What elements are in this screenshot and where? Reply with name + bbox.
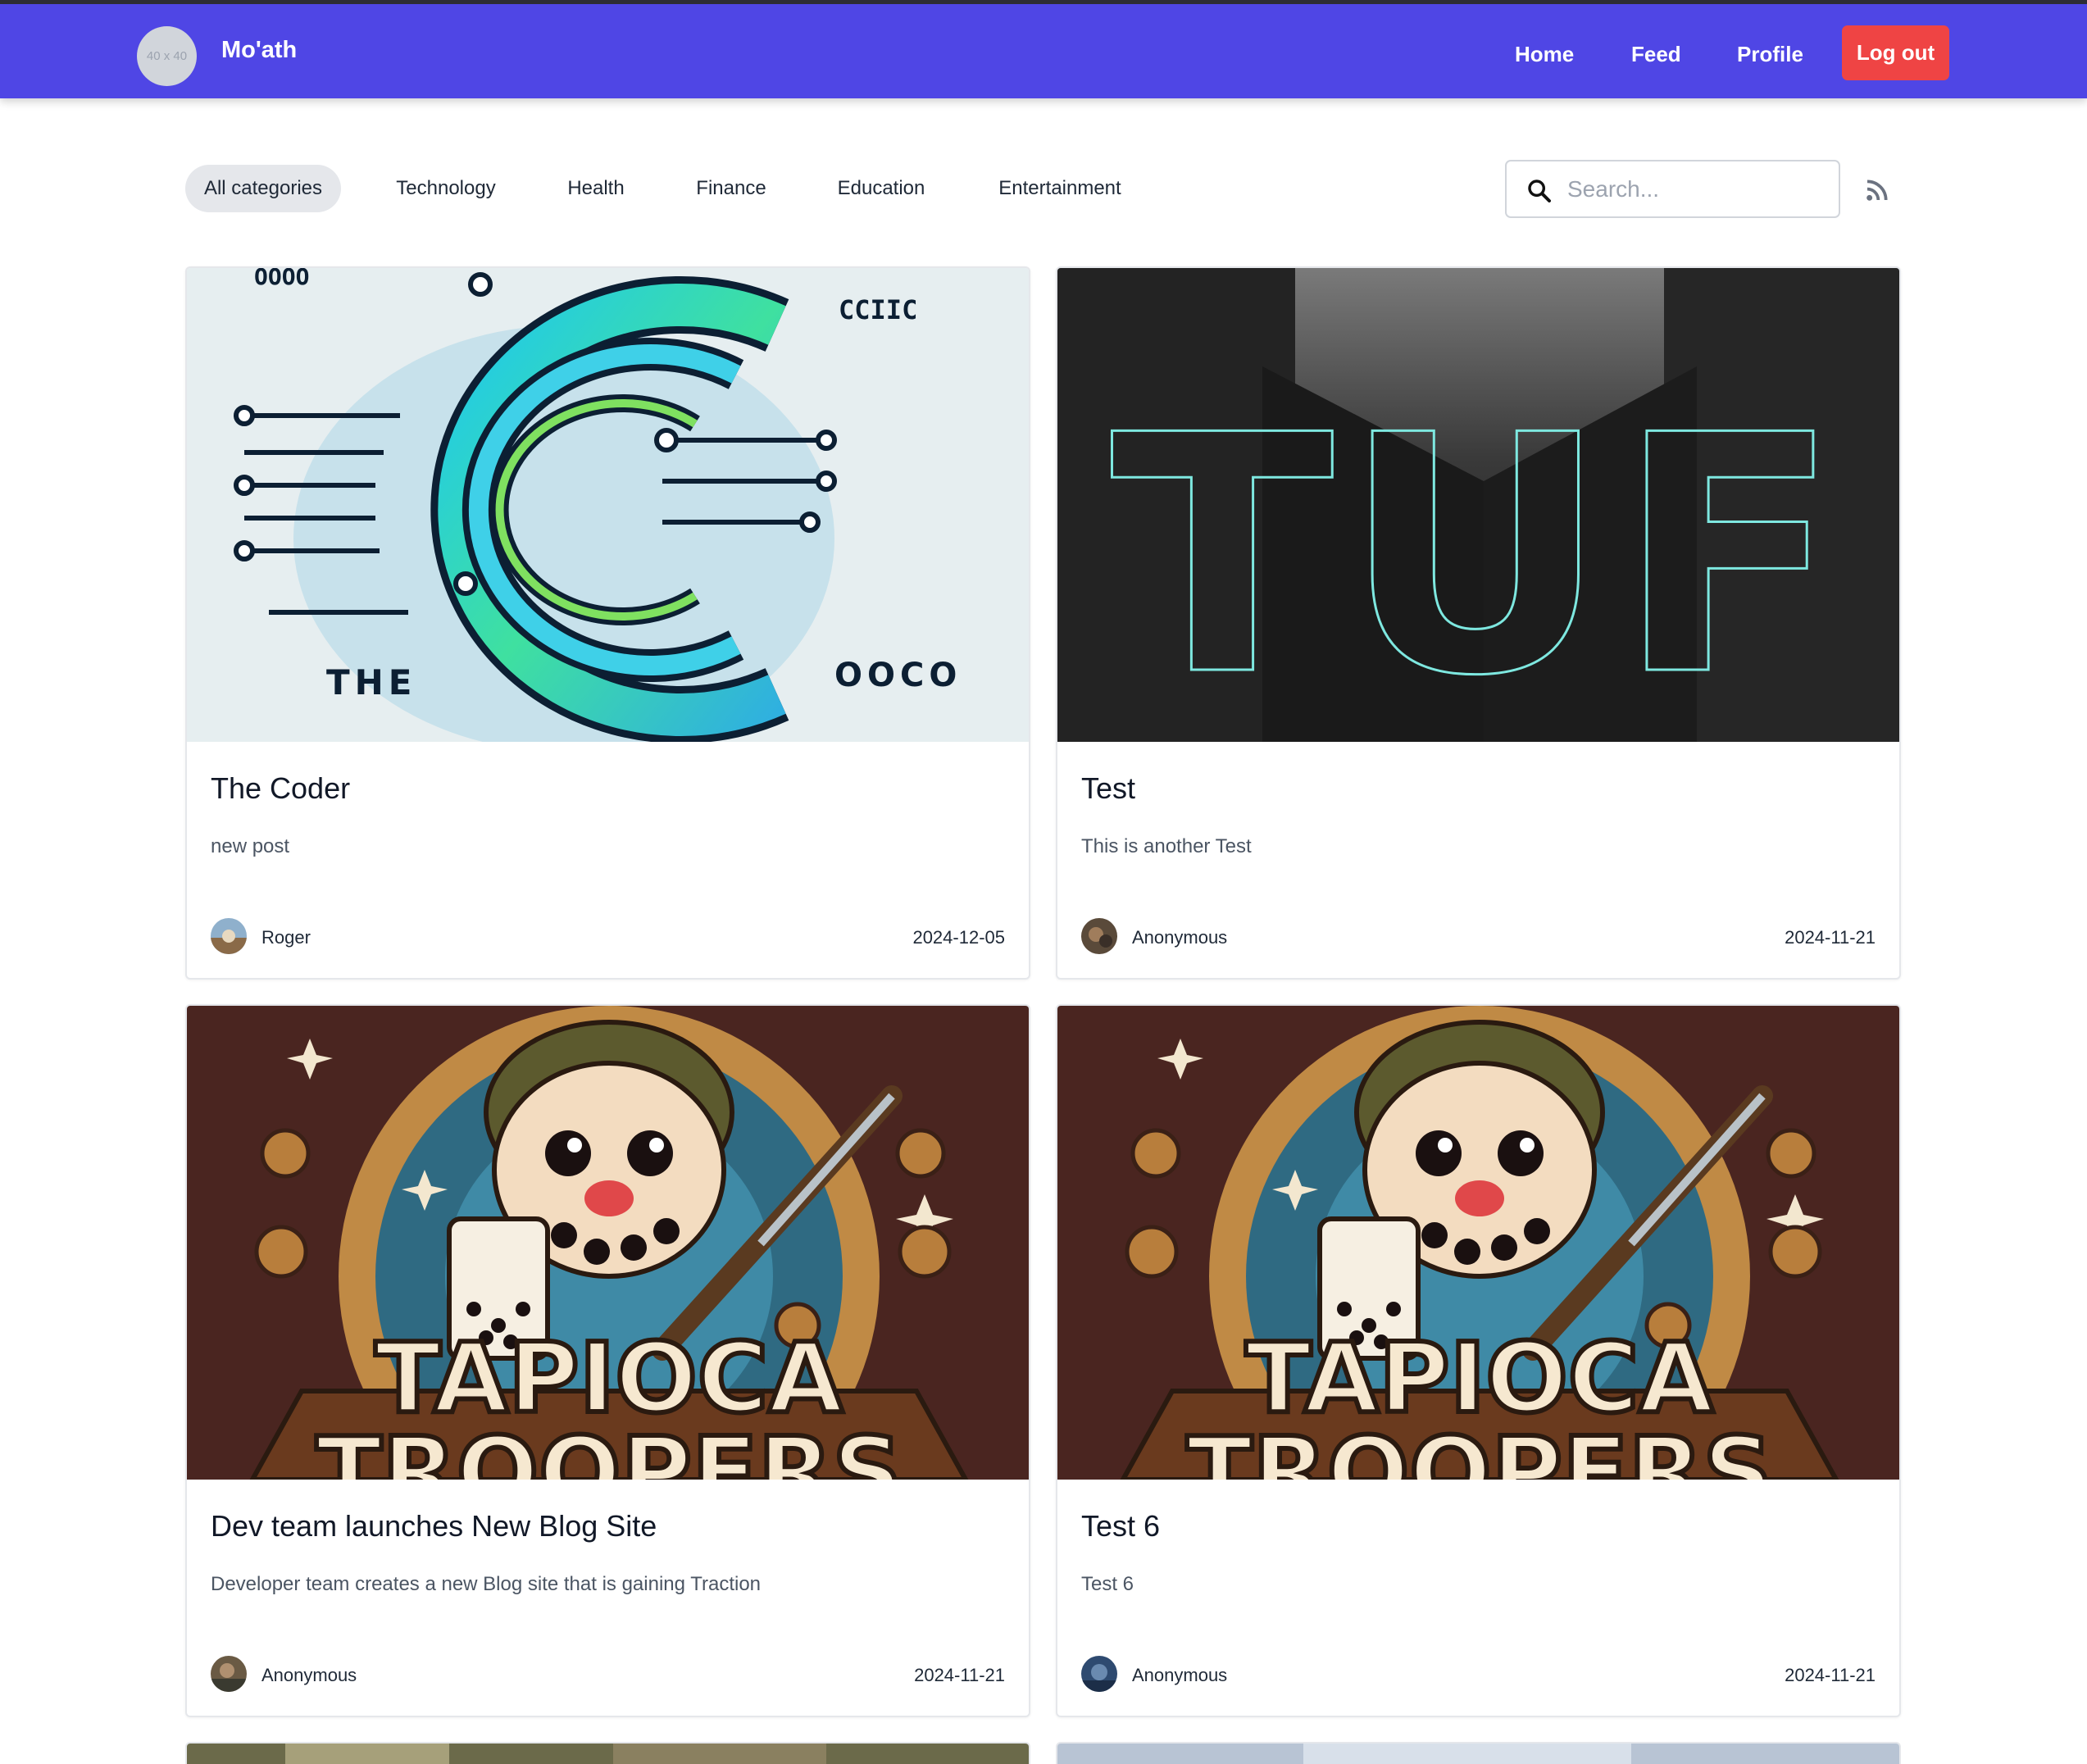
author-avatar [211,1656,247,1692]
post-title[interactable]: Test [1081,771,1135,806]
post-author: Anonymous [261,1665,357,1685]
rss-icon[interactable] [1864,177,1890,203]
navbar: 40 x 40 Mo'ath Home Feed Profile Log out [0,0,2087,98]
post-card[interactable]: TAPIOCA TROOPERS Dev team launches New B… [185,1004,1030,1717]
post-description: This is another Test [1081,835,1252,857]
image-text: TROOPERS [316,1416,903,1480]
search-box [1505,160,1840,218]
category-finance[interactable]: Finance [682,165,780,212]
image-text: TROOPERS [1187,1416,1773,1480]
image-text: TUF [1111,366,1849,742]
author-avatar [1081,1656,1117,1692]
post-image[interactable]: TUF [1057,268,1899,742]
image-text: THE [326,662,417,702]
search-input[interactable] [1567,168,1830,211]
category-entertainment[interactable]: Entertainment [982,165,1138,212]
logout-button[interactable]: Log out [1842,25,1949,80]
post-author: Anonymous [1132,927,1228,948]
page: 40 x 40 Mo'ath Home Feed Profile Log out… [0,0,2087,1764]
tapioca-troopers-image: TAPIOCA TROOPERS [187,1006,1029,1480]
post-description: new post [211,835,290,857]
post-card[interactable]: TAPIOCA TROOPERS Test 6 Test 6 Anonymous… [1056,1004,1901,1717]
post-author: Roger [261,927,311,948]
post-date: 2024-11-21 [914,1665,1005,1685]
post-description: Developer team creates a new Blog site t… [211,1573,762,1595]
category-all[interactable]: All categories [185,165,341,212]
avatar-placeholder-text: 40 x 40 [146,49,188,63]
nav-feed-link[interactable]: Feed [1631,42,1681,67]
post-image[interactable]: THE OOCO CCIIC OOOO [187,268,1029,742]
image-text: CCIIC [839,294,917,325]
nav-profile-link[interactable]: Profile [1737,42,1803,67]
tuf-logo-image: TUF [1057,268,1899,742]
category-education[interactable]: Education [821,165,941,212]
brand-name[interactable]: Mo'ath [221,37,297,64]
category-health[interactable]: Health [551,165,641,212]
post-author: Anonymous [1132,1665,1228,1685]
post-title[interactable]: Dev team launches New Blog Site [211,1509,657,1544]
nav-home-link[interactable]: Home [1515,42,1574,67]
post-description: Test 6 [1081,1573,1134,1595]
user-avatar[interactable]: 40 x 40 [137,26,197,86]
post-card[interactable]: THE OOCO CCIIC OOOO The Coder new post R… [185,266,1030,980]
post-date: 2024-11-21 [1785,927,1876,948]
author-avatar [211,918,247,954]
post-image[interactable]: TAPIOCA TROOPERS [187,1006,1029,1480]
post-title[interactable]: The Coder [211,771,350,806]
post-title[interactable]: Test 6 [1081,1509,1160,1544]
image-text: OOCO [834,657,962,694]
author-avatar [1081,918,1117,954]
post-date: 2024-11-21 [1785,1665,1876,1685]
post-card-partial[interactable] [1056,1742,1901,1764]
post-card[interactable]: TUF Test This is another Test Anonymous … [1056,266,1901,980]
post-card-partial[interactable] [185,1742,1030,1764]
tapioca-troopers-image: TAPIOCA TROOPERS [1057,1006,1899,1480]
coder-logo-image: THE OOCO CCIIC OOOO [187,268,1029,742]
category-technology[interactable]: Technology [382,165,510,212]
post-date: 2024-12-05 [912,927,1005,948]
search-icon [1528,180,1551,202]
post-image[interactable]: TAPIOCA TROOPERS [1057,1006,1899,1480]
image-text: OOOO [254,268,309,290]
